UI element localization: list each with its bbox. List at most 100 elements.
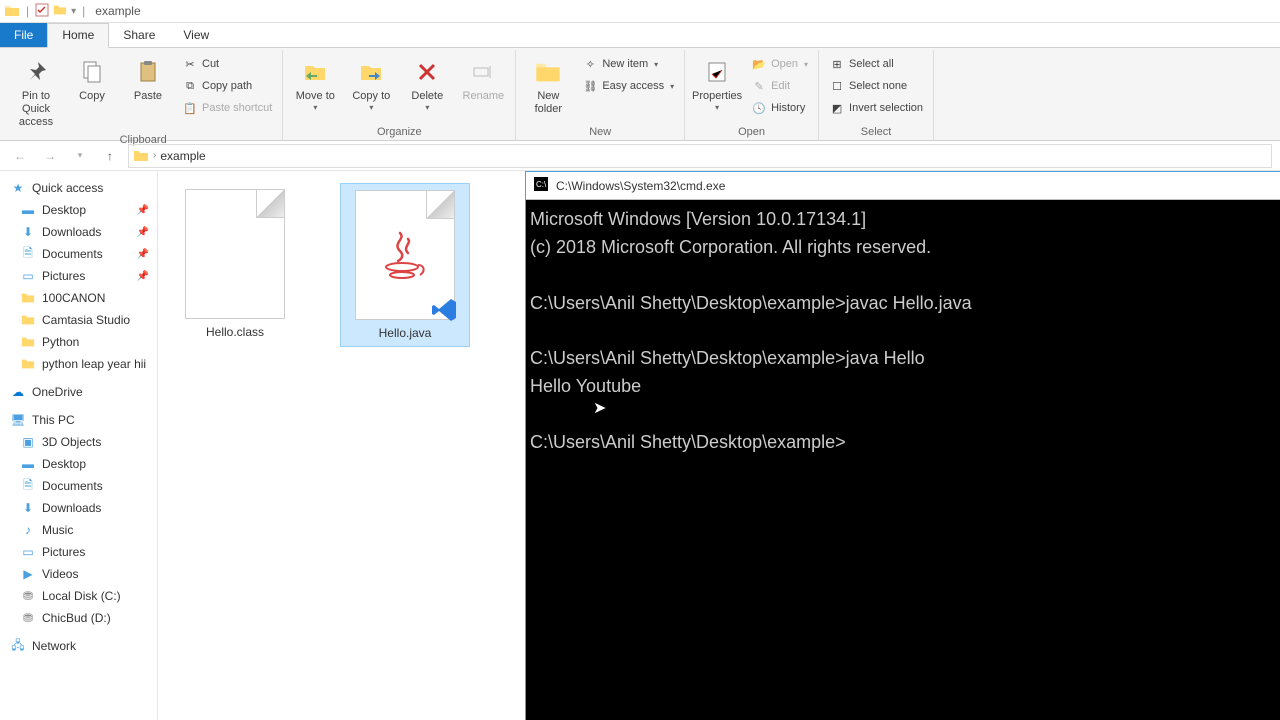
copy-to-button[interactable]: Copy to ▾ xyxy=(345,54,397,114)
new-folder-button[interactable]: New folder xyxy=(522,54,574,118)
file-thumb xyxy=(355,190,455,320)
group-open: Properties ▾ 📂Open▾ ✎Edit 🕓History Open xyxy=(685,50,819,140)
edit-button[interactable]: ✎Edit xyxy=(747,76,812,96)
paste-button[interactable]: Paste xyxy=(122,54,174,105)
qat-dropdown-icon[interactable]: ▾ xyxy=(71,6,76,17)
recent-dropdown[interactable]: ▾ xyxy=(68,144,92,168)
nav-camtasia[interactable]: Camtasia Studio xyxy=(0,309,157,331)
paste-shortcut-button[interactable]: 📋Paste shortcut xyxy=(178,98,276,118)
nav-music[interactable]: ♪Music xyxy=(0,519,157,541)
breadcrumb[interactable]: › example xyxy=(128,144,1272,168)
move-to-button[interactable]: Move to ▾ xyxy=(289,54,341,114)
folder-icon xyxy=(20,356,36,372)
address-bar: ← → ▾ ↑ › example xyxy=(0,141,1280,171)
easy-access-icon: ⛓ xyxy=(582,78,598,94)
select-none-button[interactable]: ☐Select none xyxy=(825,76,927,96)
cmd-output[interactable]: Microsoft Windows [Version 10.0.17134.1]… xyxy=(526,200,1280,720)
music-icon: ♪ xyxy=(20,522,36,538)
group-clipboard: Pin to Quick access Copy Paste ✂Cut ⧉Cop… xyxy=(4,50,283,140)
cut-button[interactable]: ✂Cut xyxy=(178,54,276,74)
documents-icon: 🗎 xyxy=(20,478,36,494)
copy-icon xyxy=(76,56,108,88)
cut-icon: ✂ xyxy=(182,56,198,72)
back-button[interactable]: ← xyxy=(8,144,32,168)
navigation-pane[interactable]: ★Quick access ▬Desktop📌 ⬇Downloads📌 🗎Doc… xyxy=(0,171,158,720)
tab-view[interactable]: View xyxy=(169,23,223,47)
breadcrumb-chevron-icon[interactable]: › xyxy=(153,150,156,161)
up-button[interactable]: ↑ xyxy=(98,144,122,168)
nav-100canon[interactable]: 100CANON xyxy=(0,287,157,309)
forward-button[interactable]: → xyxy=(38,144,62,168)
nav-quick-access[interactable]: ★Quick access xyxy=(0,177,157,199)
cmd-window[interactable]: C:\ C:\Windows\System32\cmd.exe Microsof… xyxy=(525,171,1280,720)
nav-documents[interactable]: 🗎Documents📌 xyxy=(0,243,157,265)
nav-network[interactable]: 🖧Network xyxy=(0,635,157,657)
nav-3d-objects[interactable]: ▣3D Objects xyxy=(0,431,157,453)
qat-folder-icon[interactable] xyxy=(53,3,67,20)
ribbon-tabs: File Home Share View xyxy=(0,23,1280,48)
nav-onedrive[interactable]: ☁OneDrive xyxy=(0,381,157,403)
vscode-badge-icon xyxy=(432,297,458,323)
pin-quick-access-button[interactable]: Pin to Quick access xyxy=(10,54,62,132)
folder-icon xyxy=(20,312,36,328)
nav-videos[interactable]: ▶Videos xyxy=(0,563,157,585)
nav-python[interactable]: Python xyxy=(0,331,157,353)
nav-local-c[interactable]: ⛃Local Disk (C:) xyxy=(0,585,157,607)
breadcrumb-folder[interactable]: example xyxy=(160,149,205,163)
videos-icon: ▶ xyxy=(20,566,36,582)
titlebar: | ▾ | example xyxy=(0,0,1280,23)
open-button[interactable]: 📂Open▾ xyxy=(747,54,812,74)
nav-pictures2[interactable]: ▭Pictures xyxy=(0,541,157,563)
onedrive-icon: ☁ xyxy=(10,384,26,400)
history-icon: 🕓 xyxy=(751,100,767,116)
properties-button[interactable]: Properties ▾ xyxy=(691,54,743,114)
nav-downloads[interactable]: ⬇Downloads📌 xyxy=(0,221,157,243)
copy-button[interactable]: Copy xyxy=(66,54,118,105)
pictures-icon: ▭ xyxy=(20,544,36,560)
history-button[interactable]: 🕓History xyxy=(747,98,812,118)
easy-access-button[interactable]: ⛓Easy access▾ xyxy=(578,76,678,96)
pictures-icon: ▭ xyxy=(20,268,36,284)
nav-this-pc[interactable]: 🖥This PC xyxy=(0,409,157,431)
breadcrumb-root[interactable] xyxy=(133,148,149,164)
tab-share[interactable]: Share xyxy=(109,23,169,47)
folder-icon xyxy=(20,334,36,350)
tab-home[interactable]: Home xyxy=(47,23,109,48)
cmd-title-text: C:\Windows\System32\cmd.exe xyxy=(556,179,725,193)
ribbon: Pin to Quick access Copy Paste ✂Cut ⧉Cop… xyxy=(0,48,1280,141)
delete-button[interactable]: Delete ▾ xyxy=(401,54,453,114)
copy-path-button[interactable]: ⧉Copy path xyxy=(178,76,276,96)
file-label: Hello.java xyxy=(379,326,432,340)
file-hello-class[interactable]: Hello.class xyxy=(170,183,300,345)
pin-icon: 📌 xyxy=(137,227,149,238)
new-item-button[interactable]: ✧New item▾ xyxy=(578,54,678,74)
select-all-button[interactable]: ⊞Select all xyxy=(825,54,927,74)
pc-icon: 🖥 xyxy=(10,412,26,428)
nav-chicbud-d[interactable]: ⛃ChicBud (D:) xyxy=(0,607,157,629)
drive-icon: ⛃ xyxy=(20,588,36,604)
group-new-label: New xyxy=(522,124,678,140)
drive-icon: ⛃ xyxy=(20,610,36,626)
invert-selection-button[interactable]: ◩Invert selection xyxy=(825,98,927,118)
nav-desktop2[interactable]: ▬Desktop xyxy=(0,453,157,475)
cmd-titlebar[interactable]: C:\ C:\Windows\System32\cmd.exe xyxy=(526,172,1280,200)
pin-icon xyxy=(20,56,52,88)
nav-documents2[interactable]: 🗎Documents xyxy=(0,475,157,497)
file-thumb xyxy=(185,189,285,319)
svg-text:C:\: C:\ xyxy=(536,180,547,189)
tab-file[interactable]: File xyxy=(0,23,47,47)
qat-checkbox-icon[interactable] xyxy=(35,3,49,20)
nav-desktop[interactable]: ▬Desktop📌 xyxy=(0,199,157,221)
objects3d-icon: ▣ xyxy=(20,434,36,450)
pin-icon: 📌 xyxy=(137,205,149,216)
nav-python-leap[interactable]: python leap year hii xyxy=(0,353,157,375)
quick-access-toolbar: | ▾ | xyxy=(24,3,87,20)
new-folder-icon xyxy=(532,56,564,88)
mouse-cursor-icon: ➤ xyxy=(593,397,606,422)
nav-pictures[interactable]: ▭Pictures📌 xyxy=(0,265,157,287)
rename-button[interactable]: Rename xyxy=(457,54,509,105)
open-icon: 📂 xyxy=(751,56,767,72)
nav-downloads2[interactable]: ⬇Downloads xyxy=(0,497,157,519)
desktop-icon: ▬ xyxy=(20,456,36,472)
file-hello-java[interactable]: Hello.java xyxy=(340,183,470,347)
